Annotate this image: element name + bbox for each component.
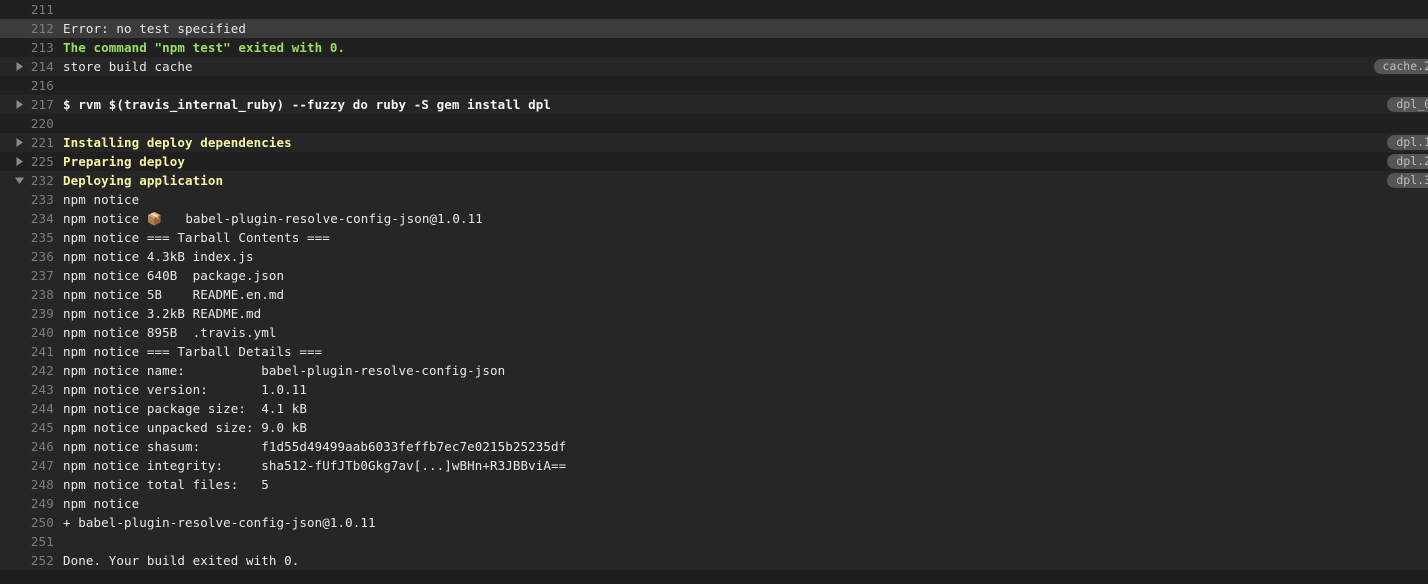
line-number: 243 — [30, 382, 54, 397]
log-line[interactable]: 233 npm notice — [0, 190, 1428, 209]
log-line[interactable]: 252 Done. Your build exited with 0. — [0, 551, 1428, 570]
log-line-text: npm notice 4.3kB index.js — [63, 249, 254, 264]
line-number: 237 — [30, 268, 54, 283]
log-line[interactable]: 236 npm notice 4.3kB index.js — [0, 247, 1428, 266]
log-line[interactable]: 247 npm notice integrity: sha512-fUfJTb0G… — [0, 456, 1428, 475]
log-line[interactable]: 220 — [0, 114, 1428, 133]
log-line-text: npm notice total files: 5 — [63, 477, 269, 492]
line-number: 234 — [30, 211, 54, 226]
line-number: 221 — [30, 135, 54, 150]
log-line-text: npm notice 3.2kB README.md — [63, 306, 262, 321]
log-line[interactable]: 242 npm notice name: babel-plugin-resolve… — [0, 361, 1428, 380]
line-number: 233 — [30, 192, 54, 207]
line-number: 250 — [30, 515, 54, 530]
log-line[interactable]: 239 npm notice 3.2kB README.md — [0, 304, 1428, 323]
fold-tag-badge[interactable]: cache.2 — [1373, 59, 1428, 74]
fold-tag-badge[interactable]: dpl.2 — [1387, 154, 1428, 169]
log-line-text: npm notice === Tarball Contents === — [63, 230, 330, 245]
log-line[interactable]: 211 — [0, 0, 1428, 19]
line-number: 216 — [30, 78, 54, 93]
log-line-text: The command "npm test" exited with 0. — [63, 40, 346, 55]
line-number: 213 — [30, 40, 54, 55]
log-line-text: npm notice unpacked size: 9.0 kB — [63, 420, 308, 435]
line-number: 236 — [30, 249, 54, 264]
line-number: 244 — [30, 401, 54, 416]
log-line-text: Error: no test specified — [63, 21, 247, 36]
line-number: 248 — [30, 477, 54, 492]
log-line[interactable]: 234 npm notice 📦 babel-plugin-resolve-con… — [0, 209, 1428, 228]
log-line-text: Done. Your build exited with 0. — [63, 553, 300, 568]
log-line[interactable]: 251 — [0, 532, 1428, 551]
log-line-text: npm notice integrity: sha512-fUfJTb0Gkg7… — [63, 458, 567, 473]
line-number: 238 — [30, 287, 54, 302]
log-line[interactable]: 213 The command "npm test" exited with 0. — [0, 38, 1428, 57]
fold-tag-badge[interactable]: dpl.3 — [1387, 173, 1428, 188]
log-line[interactable]: 250 + babel-plugin-resolve-config-json@1.… — [0, 513, 1428, 532]
line-number: 252 — [30, 553, 54, 568]
log-line[interactable]: 232 Deploying application dpl.3 — [0, 171, 1428, 190]
line-number: 235 — [30, 230, 54, 245]
line-number: 232 — [30, 173, 54, 188]
line-number: 214 — [30, 59, 54, 74]
line-number: 246 — [30, 439, 54, 454]
line-number: 245 — [30, 420, 54, 435]
log-line-text: npm notice 5B README.en.md — [63, 287, 285, 302]
line-number: 240 — [30, 325, 54, 340]
log-line[interactable]: 214 store build cache cache.2 — [0, 57, 1428, 76]
line-number: 211 — [30, 2, 54, 17]
log-line-text: npm notice package size: 4.1 kB — [63, 401, 308, 416]
line-number: 212 — [30, 21, 54, 36]
line-number: 239 — [30, 306, 54, 321]
log-line[interactable]: 246 npm notice shasum: f1d55d49499aab6033… — [0, 437, 1428, 456]
log-line[interactable]: 212 Error: no test specified — [0, 19, 1428, 38]
log-line-text: $ rvm $(travis_internal_ruby) --fuzzy do… — [63, 97, 552, 112]
line-number: 251 — [30, 534, 54, 549]
log-line-text: Installing deploy dependencies — [63, 135, 292, 150]
fold-tag-badge[interactable]: dpl_0 — [1387, 97, 1428, 112]
line-number: 242 — [30, 363, 54, 378]
log-line[interactable]: 216 — [0, 76, 1428, 95]
log-line-text: npm notice — [63, 192, 140, 207]
log-line[interactable]: 235 npm notice === Tarball Contents === — [0, 228, 1428, 247]
log-line-text: Preparing deploy — [63, 154, 186, 169]
fold-tag-badge[interactable]: dpl.1 — [1387, 135, 1428, 150]
log-line[interactable]: 217 $ rvm $(travis_internal_ruby) --fuzzy… — [0, 95, 1428, 114]
line-number: 225 — [30, 154, 54, 169]
log-line[interactable]: 238 npm notice 5B README.en.md — [0, 285, 1428, 304]
log-line-text: npm notice name: babel-plugin-resolve-co… — [63, 363, 506, 378]
log-line[interactable]: 225 Preparing deploy dpl.2 — [0, 152, 1428, 171]
log-line[interactable]: 245 npm notice unpacked size: 9.0 kB — [0, 418, 1428, 437]
log-line-text: npm notice version: 1.0.11 — [63, 382, 308, 397]
log-line[interactable]: 240 npm notice 895B .travis.yml — [0, 323, 1428, 342]
log-line-text: npm notice 📦 babel-plugin-resolve-config… — [63, 211, 483, 226]
log-line-text: npm notice shasum: f1d55d49499aab6033fef… — [63, 439, 567, 454]
log-line[interactable]: 243 npm notice version: 1.0.11 — [0, 380, 1428, 399]
log-line[interactable]: 221 Installing deploy dependencies dpl.1 — [0, 133, 1428, 152]
log-line[interactable]: 249 npm notice — [0, 494, 1428, 513]
line-number: 241 — [30, 344, 54, 359]
log-line-text: + babel-plugin-resolve-config-json@1.0.1… — [63, 515, 376, 530]
log-line-text: Deploying application — [63, 173, 224, 188]
line-number: 249 — [30, 496, 54, 511]
log-line-text: npm notice === Tarball Details === — [63, 344, 323, 359]
log-line-text: npm notice 895B .travis.yml — [63, 325, 277, 340]
log-line[interactable]: 244 npm notice package size: 4.1 kB — [0, 399, 1428, 418]
line-number: 247 — [30, 458, 54, 473]
log-line[interactable]: 241 npm notice === Tarball Details === — [0, 342, 1428, 361]
log-line-text: npm notice 640B package.json — [63, 268, 285, 283]
line-number: 217 — [30, 97, 54, 112]
log-line-text: npm notice — [63, 496, 140, 511]
log-line-text: store build cache — [63, 59, 193, 74]
log-line[interactable]: 248 npm notice total files: 5 — [0, 475, 1428, 494]
build-log-viewer[interactable]: 211 212 Error: no test specified 213 The com… — [0, 0, 1428, 584]
log-line[interactable]: 237 npm notice 640B package.json — [0, 266, 1428, 285]
line-number: 220 — [30, 116, 54, 131]
